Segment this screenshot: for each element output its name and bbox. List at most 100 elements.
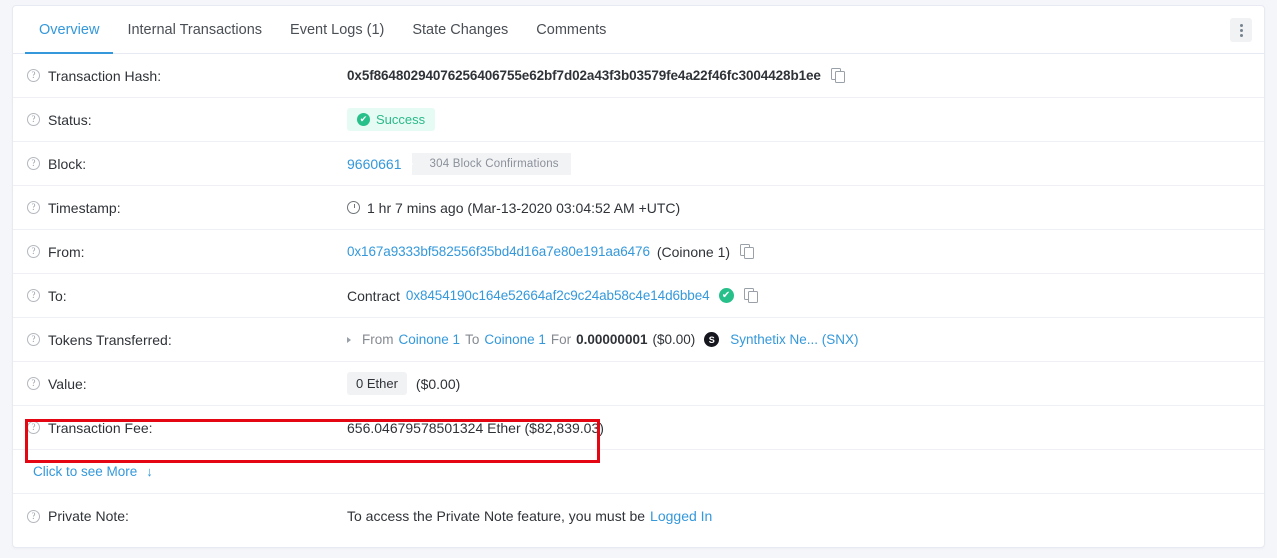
transaction-hash-value: 0x5f86480294076256406755e62bf7d02a43f3b0… xyxy=(347,68,821,83)
value-transaction-fee: 656.04679578501324 Ether ($82,839.03) xyxy=(347,420,1264,436)
label-transaction-hash: ? Transaction Hash: xyxy=(27,68,347,84)
token-for-word: For xyxy=(550,332,572,347)
copy-icon[interactable] xyxy=(743,288,758,303)
label-text: To: xyxy=(48,287,67,304)
token-from-name-link[interactable]: Coinone 1 xyxy=(399,332,461,347)
row-status: ? Status: ✔ Success xyxy=(13,98,1264,142)
label-from: ? From: xyxy=(27,244,347,260)
tab-state-changes-label: State Changes xyxy=(412,21,509,38)
clock-icon xyxy=(347,201,360,214)
status-text: Success xyxy=(376,112,426,127)
token-to-word: To xyxy=(465,332,480,347)
row-from: ? From: 0x167a9333bf582556f35bd4d16a7e80… xyxy=(13,230,1264,274)
label-value: ? Value: xyxy=(27,376,347,392)
help-icon[interactable]: ? xyxy=(27,69,40,82)
label-tokens-transferred: ? Tokens Transferred: xyxy=(27,332,347,348)
value-tokens-transferred: From Coinone 1 To Coinone 1 For 0.000000… xyxy=(347,332,1264,347)
label-status: ? Status: xyxy=(27,112,347,128)
from-address-link[interactable]: 0x167a9333bf582556f35bd4d16a7e80e191aa64… xyxy=(347,244,650,259)
arrow-down-icon: ↓ xyxy=(146,464,153,479)
tab-comments-label: Comments xyxy=(536,21,607,38)
help-icon[interactable]: ? xyxy=(27,333,40,346)
snx-token-icon: S xyxy=(704,332,720,347)
help-icon[interactable]: ? xyxy=(27,113,40,126)
value-block: 9660661 304 Block Confirmations xyxy=(347,152,1264,175)
private-note-text: To access the Private Note feature, you … xyxy=(347,508,646,524)
tab-bar: Overview Internal Transactions Event Log… xyxy=(13,6,1264,54)
token-name-link[interactable]: Synthetix Ne... (SNX) xyxy=(730,332,858,347)
label-text: Status: xyxy=(48,111,92,128)
see-more-link[interactable]: Click to see More xyxy=(33,464,137,479)
verified-contract-icon: ✔ xyxy=(718,288,734,303)
token-amount: 0.00000001 xyxy=(576,332,648,347)
label-private-note: ? Private Note: xyxy=(27,508,347,524)
ether-value-chip: 0 Ether xyxy=(347,372,407,395)
from-address-tag: (Coinone 1) xyxy=(656,243,731,260)
row-block: ? Block: 9660661 304 Block Confirmations xyxy=(13,142,1264,186)
copy-icon[interactable] xyxy=(740,244,755,259)
value-to: Contract 0x8454190c164e52664af2c9c24ab58… xyxy=(347,288,1264,304)
tab-overview-label: Overview xyxy=(39,21,100,38)
label-text: Transaction Fee: xyxy=(48,419,153,436)
ether-value-usd: ($0.00) xyxy=(415,375,461,392)
value-from: 0x167a9333bf582556f35bd4d16a7e80e191aa64… xyxy=(347,244,1264,260)
block-confirmations-badge: 304 Block Confirmations xyxy=(403,152,571,175)
value-status: ✔ Success xyxy=(347,108,1264,131)
row-see-more[interactable]: Click to see More ↓ xyxy=(13,450,1264,494)
timestamp-text: 1 hr 7 mins ago (Mar-13-2020 03:04:52 AM… xyxy=(367,199,681,216)
to-address-link[interactable]: 0x8454190c164e52664af2c9c24ab58c4e14d6bb… xyxy=(406,288,710,303)
label-text: Private Note: xyxy=(48,508,129,524)
row-private-note: ? Private Note: To access the Private No… xyxy=(13,494,1264,538)
row-transaction-hash: ? Transaction Hash: 0x5f8648029407625640… xyxy=(13,54,1264,98)
help-icon[interactable]: ? xyxy=(27,201,40,214)
kebab-menu-icon[interactable] xyxy=(1230,18,1252,42)
transaction-fee-value: 656.04679578501324 Ether ($82,839.03) xyxy=(347,419,604,436)
tab-event-logs-label: Event Logs (1) xyxy=(290,21,385,38)
label-text: Block: xyxy=(48,155,87,172)
to-contract-prefix: Contract xyxy=(347,287,400,304)
row-timestamp: ? Timestamp: 1 hr 7 mins ago (Mar-13-202… xyxy=(13,186,1264,230)
status-badge: ✔ Success xyxy=(347,108,436,131)
label-text: Timestamp: xyxy=(48,199,121,216)
kebab-dot xyxy=(1239,28,1243,32)
logged-in-link[interactable]: Logged In xyxy=(650,508,712,524)
help-icon[interactable]: ? xyxy=(27,509,40,523)
value-ether-amount: 0 Ether ($0.00) xyxy=(347,372,1264,395)
token-from-word: From xyxy=(362,332,394,347)
tab-overview[interactable]: Overview xyxy=(25,6,114,54)
kebab-dot xyxy=(1239,33,1243,37)
kebab-dot xyxy=(1239,23,1243,27)
label-timestamp: ? Timestamp: xyxy=(27,200,347,216)
label-to: ? To: xyxy=(27,288,347,304)
row-to: ? To: Contract 0x8454190c164e52664af2c9c… xyxy=(13,274,1264,318)
caret-right-icon xyxy=(347,336,351,343)
row-value: ? Value: 0 Ether ($0.00) xyxy=(13,362,1264,406)
label-text: Transaction Hash: xyxy=(48,67,162,84)
tab-internal-transactions[interactable]: Internal Transactions xyxy=(113,6,276,53)
value-transaction-hash: 0x5f86480294076256406755e62bf7d02a43f3b0… xyxy=(347,68,1264,83)
row-transaction-fee: ? Transaction Fee: 656.04679578501324 Et… xyxy=(13,406,1264,450)
tab-internal-transactions-label: Internal Transactions xyxy=(127,21,263,38)
help-icon[interactable]: ? xyxy=(27,377,40,390)
check-circle-icon: ✔ xyxy=(357,113,370,126)
tab-state-changes[interactable]: State Changes xyxy=(398,6,522,53)
token-to-name-link[interactable]: Coinone 1 xyxy=(484,332,546,347)
token-amount-usd: ($0.00) xyxy=(652,332,696,347)
block-number-link[interactable]: 9660661 xyxy=(347,156,402,172)
copy-icon[interactable] xyxy=(830,68,845,83)
tab-comments[interactable]: Comments xyxy=(522,6,620,53)
tab-event-logs[interactable]: Event Logs (1) xyxy=(276,6,398,53)
label-text: Value: xyxy=(48,375,87,392)
help-icon[interactable]: ? xyxy=(27,421,40,434)
help-icon[interactable]: ? xyxy=(27,157,40,170)
label-text: From: xyxy=(48,243,85,260)
label-transaction-fee: ? Transaction Fee: xyxy=(27,420,347,436)
help-icon[interactable]: ? xyxy=(27,245,40,258)
transaction-overview-card: Overview Internal Transactions Event Log… xyxy=(12,5,1265,548)
value-timestamp: 1 hr 7 mins ago (Mar-13-2020 03:04:52 AM… xyxy=(347,200,1264,216)
help-icon[interactable]: ? xyxy=(27,289,40,302)
label-text: Tokens Transferred: xyxy=(48,331,172,348)
row-tokens-transferred: ? Tokens Transferred: From Coinone 1 To … xyxy=(13,318,1264,362)
label-block: ? Block: xyxy=(27,156,347,172)
value-private-note: To access the Private Note feature, you … xyxy=(347,508,1264,524)
